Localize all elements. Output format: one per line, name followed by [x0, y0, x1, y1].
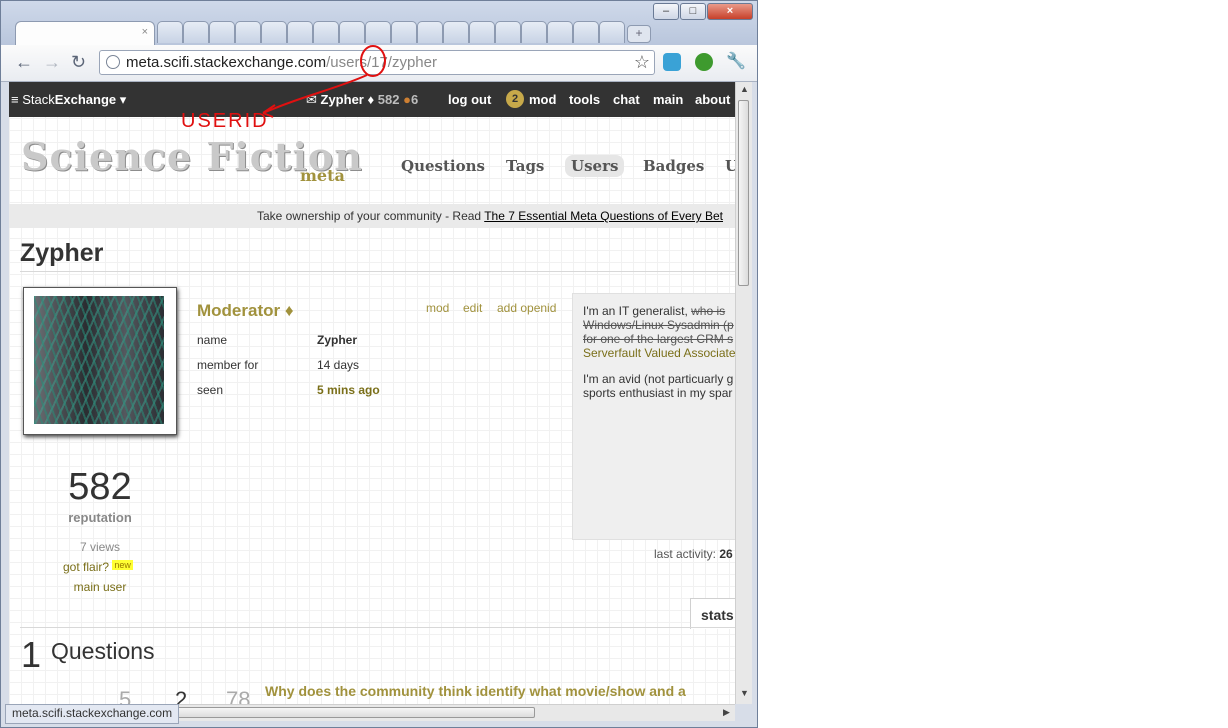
flair-link[interactable]: got flair? new — [63, 560, 133, 574]
mod-action-link[interactable]: mod — [426, 301, 449, 315]
browser-tab[interactable] — [209, 21, 235, 43]
field-value-seen: 5 mins ago — [317, 383, 380, 397]
views-count: 7 views — [79, 540, 120, 554]
nav-tags[interactable]: Tags — [506, 157, 544, 175]
about-link[interactable]: about — [695, 92, 730, 107]
browser-tab[interactable] — [157, 21, 183, 43]
browser-tab[interactable] — [443, 21, 469, 43]
field-label-name: name — [197, 333, 228, 347]
green-extension-icon[interactable] — [695, 53, 713, 71]
scroll-right-icon[interactable]: ▶ — [723, 707, 730, 718]
field-value-name: Zypher — [317, 333, 358, 347]
last-activity: last activity: 26 — [654, 547, 733, 561]
avatar[interactable] — [23, 287, 177, 435]
tab-stats[interactable]: stats — [690, 598, 735, 629]
about-paragraph-1: I'm an IT generalist, who is Windows/Linu… — [583, 304, 735, 360]
browser-tab[interactable] — [521, 21, 547, 43]
edit-link[interactable]: edit — [463, 301, 482, 315]
back-arrow-icon[interactable]: ← — [15, 53, 33, 71]
browser-tab[interactable] — [261, 21, 287, 43]
logout-link[interactable]: log out — [448, 92, 491, 107]
chat-link[interactable]: chat — [613, 92, 640, 107]
announcement-bar: Take ownership of your community - Read … — [9, 204, 735, 228]
browser-tab-active[interactable]: × — [15, 21, 155, 45]
page-title: Zypher — [20, 239, 104, 267]
about-paragraph-2: I'm an avid (not particuarly g sports ent… — [583, 372, 734, 400]
moderator-label: Moderator ♦ — [197, 301, 294, 320]
scroll-down-icon[interactable]: ▼ — [740, 688, 749, 698]
browser-tab[interactable] — [365, 21, 391, 43]
reload-icon[interactable]: ↻ — [71, 53, 86, 71]
announcement-link[interactable]: The 7 Essential Meta Questions of Every … — [484, 209, 723, 223]
user-summary[interactable]: ✉ Zypher ♦ 582 ●6 — [306, 92, 418, 108]
question-views: 78 — [226, 687, 251, 704]
question-votes: 5 — [119, 687, 132, 704]
maximize-button[interactable]: □ — [680, 3, 706, 20]
address-bar[interactable]: meta.scifi.stackexchange.com/users/17/zy… — [99, 50, 655, 75]
field-label-seen: seen — [197, 383, 224, 397]
page-content: ≡ StackExchange ▾ ✉ Zypher ♦ 582 ●6 log … — [9, 82, 735, 704]
site-logo-meta: meta — [300, 166, 345, 185]
mod-link[interactable]: mod — [529, 92, 556, 107]
add-openid-link[interactable]: add openid — [497, 301, 556, 315]
browser-tab[interactable] — [183, 21, 209, 43]
nav-questions[interactable]: Questions — [401, 157, 485, 175]
browser-tab[interactable] — [391, 21, 417, 43]
new-tab-button[interactable]: + — [627, 25, 651, 43]
mod-count-badge[interactable]: 2 — [506, 90, 524, 108]
vertical-scroll-thumb[interactable] — [738, 100, 749, 286]
browser-tab[interactable] — [599, 21, 625, 43]
scroll-up-icon[interactable]: ▲ — [740, 84, 749, 94]
title-bar: – □ × × + — [1, 1, 757, 45]
browser-tab[interactable] — [339, 21, 365, 43]
nav-unanswered[interactable]: U — [725, 157, 735, 175]
browser-tab[interactable] — [313, 21, 339, 43]
nav-users[interactable]: Users — [565, 155, 625, 177]
browser-tab[interactable] — [287, 21, 313, 43]
forward-arrow-icon[interactable]: → — [43, 53, 61, 71]
divider — [20, 271, 735, 272]
browser-tab[interactable] — [573, 21, 599, 43]
about-link[interactable]: Serverfault Valued Associate — [583, 346, 735, 360]
nav-badges[interactable]: Badges — [643, 157, 704, 175]
wrench-icon[interactable]: 🔧 — [726, 53, 746, 71]
browser-tab[interactable] — [469, 21, 495, 43]
url-text: meta.scifi.stackexchange.com/users/17/zy… — [126, 54, 437, 71]
tab-close-icon[interactable]: × — [142, 26, 148, 38]
horizontal-scroll-thumb[interactable] — [177, 707, 535, 718]
question-answers: 2 — [175, 687, 188, 704]
stackexchange-menu[interactable]: ≡ StackExchange ▾ — [11, 92, 126, 108]
tab-strip: × + — [7, 21, 651, 45]
questions-count: 1 — [21, 634, 42, 675]
field-value-member-for: 14 days — [317, 358, 360, 372]
divider — [20, 627, 735, 628]
about-me-box: I'm an IT generalist, who is Windows/Linu… — [572, 293, 735, 540]
reputation-value: 582 — [68, 466, 132, 508]
avatar-photo — [34, 296, 164, 424]
skype-extension-icon[interactable] — [663, 53, 681, 71]
bookmark-star-icon[interactable]: ☆ — [634, 52, 650, 73]
tools-link[interactable]: tools — [569, 92, 600, 107]
browser-toolbar: ← → ↻ meta.scifi.stackexchange.com/users… — [1, 45, 757, 82]
main-user-link[interactable]: main user — [29, 580, 171, 594]
stackexchange-topbar: ≡ StackExchange ▾ ✉ Zypher ♦ 582 ●6 log … — [9, 82, 735, 117]
minimize-button[interactable]: – — [653, 3, 679, 20]
browser-tab[interactable] — [235, 21, 261, 43]
status-bar-url: meta.scifi.stackexchange.com — [5, 704, 180, 724]
reputation-label: reputation — [68, 510, 132, 525]
vertical-scrollbar[interactable]: ▲ ▼ — [735, 82, 752, 704]
browser-tab[interactable] — [547, 21, 573, 43]
browser-tab[interactable] — [417, 21, 443, 43]
browser-window: – □ × × + ← → ↻ meta.scifi.stackexchange… — [0, 0, 758, 728]
question-title-link[interactable]: Why does the community think identify wh… — [265, 683, 686, 699]
browser-tab[interactable] — [495, 21, 521, 43]
questions-heading: Questions — [51, 638, 155, 664]
close-window-button[interactable]: × — [707, 3, 753, 20]
new-badge: new — [112, 560, 133, 570]
main-link[interactable]: main — [653, 92, 683, 107]
field-label-member-for: member for — [197, 358, 259, 372]
globe-icon — [106, 55, 120, 69]
